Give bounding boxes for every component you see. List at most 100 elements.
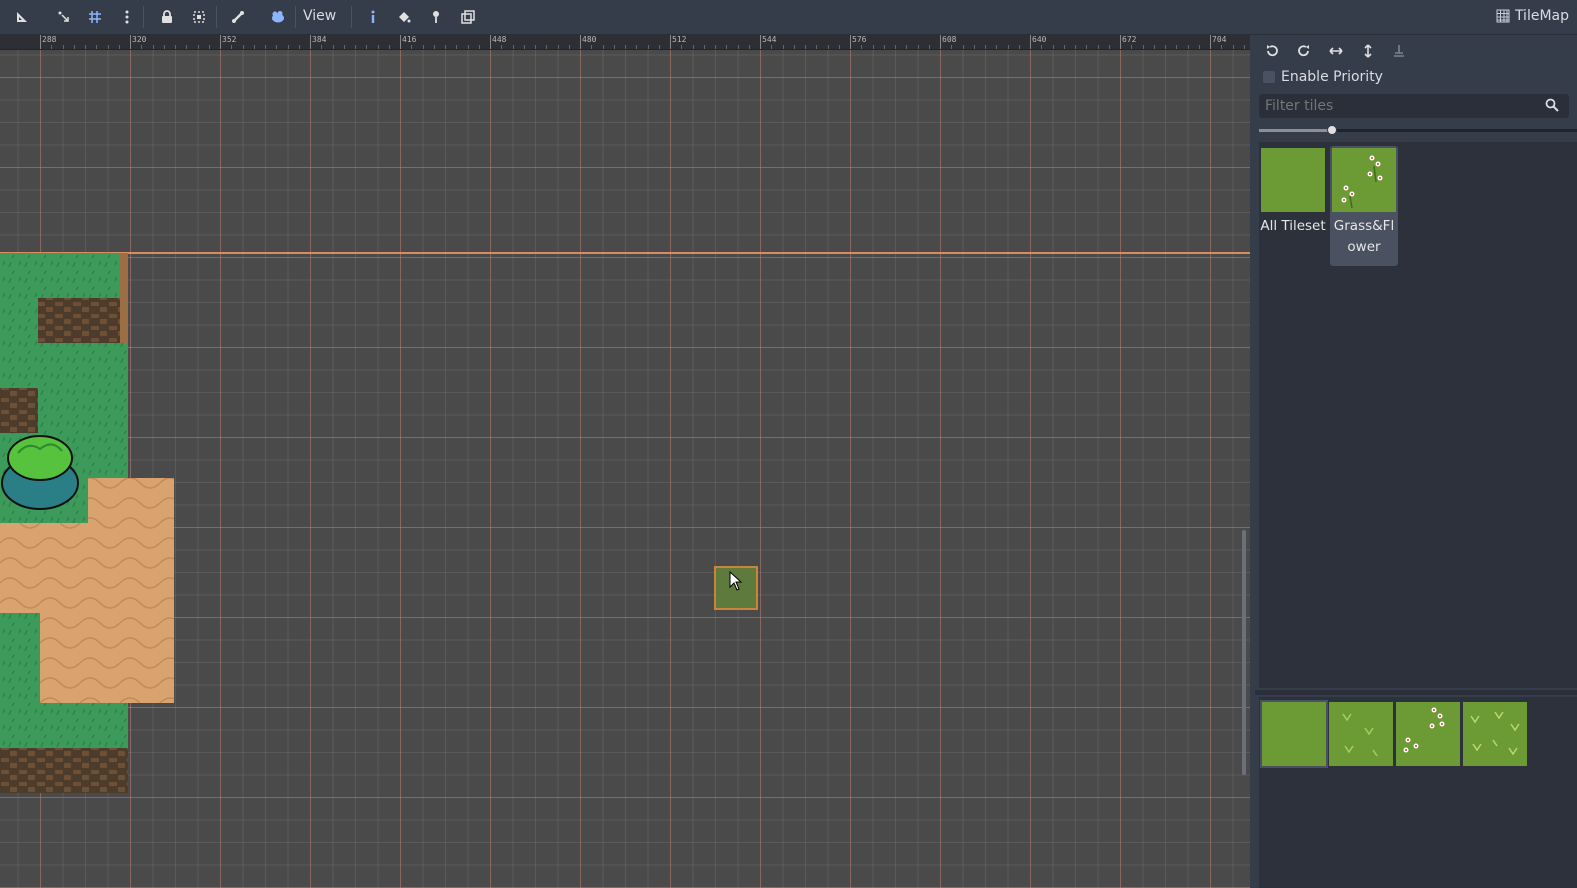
- ruler-minor-tick: [703, 45, 705, 49]
- ruler-minor-tick: [838, 45, 840, 49]
- ruler-minor-tick: [951, 45, 953, 49]
- ruler-minor-tick: [231, 45, 233, 49]
- vertical-scrollbar[interactable]: [1242, 530, 1246, 775]
- ruler-minor-tick: [895, 45, 896, 49]
- ruler-minor-tick: [501, 45, 503, 49]
- rotate-right-icon[interactable]: [1292, 39, 1316, 63]
- grid-snap-icon[interactable]: [83, 5, 107, 29]
- ruler-minor-tick: [355, 45, 356, 49]
- checkbox-box[interactable]: [1263, 71, 1275, 83]
- flip-horizontal-icon[interactable]: [1324, 39, 1348, 63]
- ruler-minor-tick: [265, 45, 266, 49]
- ruler-minor-tick: [478, 45, 480, 49]
- zoom-slider-fill: [1259, 129, 1333, 132]
- ruler-minor-tick: [1221, 45, 1223, 49]
- ruler-minor-tick: [1052, 45, 1054, 49]
- ruler-label: 288: [42, 35, 57, 44]
- ruler-minor-tick: [613, 45, 615, 49]
- ruler-minor-tick: [85, 45, 86, 49]
- view-menu[interactable]: View: [303, 8, 336, 24]
- rotate-left-icon[interactable]: [1260, 39, 1284, 63]
- lock-icon[interactable]: [155, 5, 179, 29]
- ruler-minor-tick: [827, 45, 829, 49]
- duplicate-icon[interactable]: [456, 5, 480, 29]
- ruler-minor-tick: [557, 45, 559, 49]
- tile-grass-weeds[interactable]: [1463, 702, 1527, 766]
- enable-priority-checkbox[interactable]: Enable Priority: [1263, 69, 1383, 85]
- ruler-major-tick: [1030, 35, 1031, 49]
- ruler-minor-tick: [715, 45, 716, 49]
- flip-vertical-icon[interactable]: [1356, 39, 1380, 63]
- filter-tiles-input[interactable]: [1259, 94, 1569, 118]
- ruler-minor-tick: [1108, 45, 1110, 49]
- camera-icon[interactable]: [266, 5, 290, 29]
- canvas-viewport[interactable]: 288 320 352 384 416 448 480 512 544 576 608 640 672 7…: [0, 35, 1250, 888]
- tilemap-content: [0, 253, 174, 793]
- ruler-minor-tick: [962, 45, 964, 49]
- bucket-icon[interactable]: [392, 5, 416, 29]
- ruler-minor-tick: [186, 45, 188, 49]
- ruler-minor-tick: [467, 45, 469, 49]
- pin-icon[interactable]: [424, 5, 448, 29]
- ruler-minor-tick: [321, 45, 323, 49]
- ruler-minor-tick: [805, 45, 806, 49]
- ruler-minor-tick: [523, 45, 525, 49]
- ruler-major-tick: [760, 35, 761, 49]
- tileset-item-all[interactable]: All Tileset: [1259, 146, 1327, 266]
- ruler-minor-tick: [175, 45, 176, 49]
- ruler-minor-tick: [546, 45, 548, 49]
- ruler-minor-tick: [906, 45, 908, 49]
- ruler-minor-tick: [152, 45, 154, 49]
- ruler-minor-tick: [647, 45, 649, 49]
- ruler-minor-tick: [737, 45, 739, 49]
- tileset-item-grass-flower[interactable]: Grass&Flower: [1330, 146, 1398, 266]
- ruler-minor-tick: [107, 45, 109, 49]
- ruler-major-tick: [400, 35, 401, 49]
- select-icon[interactable]: [10, 5, 34, 29]
- ruler-label: 704: [1212, 35, 1227, 44]
- ruler-minor-tick: [298, 45, 300, 49]
- ruler-minor-tick: [388, 45, 390, 49]
- more-icon[interactable]: [115, 5, 139, 29]
- ruler-minor-tick: [1131, 45, 1133, 49]
- ruler-minor-tick: [1142, 45, 1144, 49]
- search-icon[interactable]: [1545, 98, 1559, 112]
- ruler-minor-tick: [658, 45, 660, 49]
- ruler-minor-tick: [1041, 45, 1043, 49]
- tileset-thumbnail: [1332, 148, 1396, 212]
- tile-grass-sprouts[interactable]: [1329, 702, 1393, 766]
- ruler-minor-tick: [141, 45, 143, 49]
- ruler-minor-tick: [332, 45, 334, 49]
- ruler-label: 512: [672, 35, 687, 44]
- info-icon[interactable]: [361, 5, 385, 29]
- ruler-minor-tick: [287, 45, 289, 49]
- ruler-minor-tick: [782, 45, 784, 49]
- ruler-major-tick: [40, 35, 41, 49]
- ruler-minor-tick: [1176, 45, 1178, 49]
- bone-icon[interactable]: [226, 5, 250, 29]
- tile-palette: [1259, 697, 1577, 888]
- ruler-minor-tick: [973, 45, 975, 49]
- ruler-label: 352: [222, 35, 237, 44]
- tile-plain-grass[interactable]: [1260, 700, 1328, 768]
- move-icon[interactable]: [52, 5, 76, 29]
- ruler-minor-tick: [118, 45, 120, 49]
- ruler-minor-tick: [996, 45, 998, 49]
- clear-transform-icon[interactable]: [1387, 39, 1411, 63]
- ruler-minor-tick: [197, 45, 199, 49]
- ruler-minor-tick: [625, 45, 626, 49]
- ruler-minor-tick: [771, 45, 773, 49]
- zoom-slider-handle[interactable]: [1327, 125, 1338, 135]
- tile-grass-flowers[interactable]: [1396, 702, 1460, 766]
- mouse-cursor-icon: [729, 571, 743, 591]
- horizontal-ruler: 288 320 352 384 416 448 480 512 544 576 608 640 672 7…: [0, 35, 1250, 50]
- group-icon[interactable]: [187, 5, 211, 29]
- panel-splitter[interactable]: [1255, 690, 1577, 695]
- ruler-major-tick: [220, 35, 221, 49]
- tilemap-icon: [1496, 9, 1510, 23]
- ruler-major-tick: [1120, 35, 1121, 49]
- tile-grid: [0, 50, 1250, 888]
- ruler-minor-tick: [411, 45, 413, 49]
- ruler-minor-tick: [1243, 45, 1245, 49]
- x-axis-line: [0, 252, 1250, 254]
